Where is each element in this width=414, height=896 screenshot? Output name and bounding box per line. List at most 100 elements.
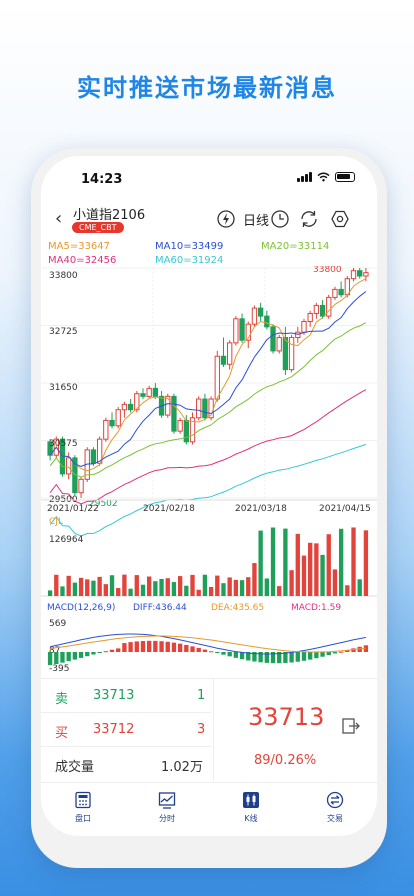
nav-bar: ‹ 小道指2106 CME_CBT 日线 [41, 200, 377, 240]
volume-bar [171, 582, 177, 596]
volume-bar [109, 575, 115, 596]
macd-bar [202, 649, 208, 652]
volume-bar [60, 586, 65, 596]
volume-bar [147, 576, 152, 596]
volume-bar [140, 584, 146, 596]
candle-body [307, 312, 313, 322]
volume-bar [246, 577, 251, 596]
exchange-badge: CME_CBT [72, 222, 124, 233]
volume-bar [153, 581, 158, 596]
ma5-label: MA5=33647 [48, 241, 111, 252]
macd-bar [221, 652, 226, 655]
volume-bar [208, 586, 214, 596]
settings-icon[interactable] [329, 208, 351, 230]
candlestick-icon [243, 792, 259, 808]
volume-bar [159, 578, 164, 596]
candle-body [319, 304, 326, 317]
tab-trade[interactable]: 交易 [293, 783, 377, 836]
candle-body [288, 337, 295, 371]
macd-bar [233, 652, 239, 658]
candle-body [357, 270, 363, 277]
macd-bar [177, 643, 183, 652]
candle-body [121, 403, 128, 411]
candle-body [295, 331, 301, 339]
macd-bar [116, 648, 121, 652]
price-axis-label: 33800 [49, 271, 78, 281]
candle-body [338, 288, 344, 296]
macd-bar [66, 652, 71, 662]
tab-kline[interactable]: K线 [209, 783, 293, 836]
refresh-icon[interactable] [298, 208, 320, 230]
candle-body [127, 403, 134, 411]
tab-orderbook[interactable]: 盘口 [41, 783, 125, 836]
price-axis-label: 31650 [49, 383, 78, 393]
volume-bar [103, 584, 108, 596]
volume-bar [295, 533, 300, 596]
macd-bar [140, 640, 146, 652]
volume-bar [128, 588, 133, 596]
macd-bar [239, 652, 245, 660]
macd-bar [91, 652, 96, 655]
status-icons [297, 172, 355, 182]
volume-row: 成交量 1.02万 [41, 747, 211, 781]
switch-icon[interactable] [340, 715, 362, 737]
date-axis-label: 2021/03/18 [235, 504, 287, 514]
candle-body [276, 337, 282, 352]
tab-timeshare[interactable]: 分时 [125, 783, 209, 836]
period-selector[interactable]: 日线 [243, 210, 269, 229]
macd-bar [184, 644, 189, 652]
volume-bar [202, 574, 208, 596]
macd-params-label: MACD(12,26,9) [47, 603, 115, 613]
kline-chart[interactable]: 338003272531650305752950033800295022021/… [41, 266, 377, 676]
macd-bar [338, 651, 344, 653]
wifi-icon [317, 172, 330, 182]
volume-bar [66, 575, 71, 596]
candle-body [326, 296, 332, 317]
clock-icon[interactable] [269, 208, 291, 230]
volume-bar [258, 530, 263, 596]
volume-panel-label: CJL [49, 517, 63, 527]
macd-bar [295, 652, 300, 662]
macd-bar [134, 641, 139, 652]
candle-body [239, 318, 245, 341]
volume-bar [97, 576, 102, 596]
volume-bar [165, 578, 170, 596]
buy-row: 买 33712 3 [41, 713, 211, 747]
tab-timeshare-label: 分时 [159, 814, 175, 823]
volume-bar [54, 574, 59, 596]
macd-bar [320, 652, 325, 657]
promo-headline: 实时推送市场最新消息 [77, 74, 337, 102]
buy-label: 买 [55, 726, 69, 741]
macd-bar [227, 652, 232, 657]
volume-label: 成交量 [55, 760, 95, 775]
tab-orderbook-label: 盘口 [75, 814, 91, 823]
tab-bar: 盘口 分时 K线 交易 [41, 782, 377, 836]
volume-bar [215, 575, 220, 596]
volume-value: 1.02万 [161, 760, 203, 775]
flash-icon[interactable] [215, 208, 237, 230]
volume-bar [233, 579, 239, 596]
volume-max-label: 126964 [49, 535, 84, 545]
candle-body [177, 419, 183, 432]
volume-bar [85, 579, 90, 596]
app-screen: 14:23 ‹ 小道指2106 CME_CBT 日线 MA5=33647 MA1… [41, 156, 377, 836]
volume-bar [270, 527, 276, 596]
candle-body [146, 387, 152, 397]
candle-body [103, 419, 109, 440]
volume-bar [320, 554, 325, 596]
candle-body [66, 457, 72, 475]
volume-bar [289, 570, 294, 596]
diff-line [49, 633, 366, 655]
candle-body [257, 307, 264, 317]
back-arrow-icon[interactable]: ‹ [55, 208, 62, 229]
sell-row: 卖 33713 1 [41, 679, 211, 713]
volume-bar [184, 585, 189, 596]
macd-bottom-label: -395 [49, 664, 69, 674]
volume-bar [177, 576, 183, 596]
sell-qty: 1 [197, 688, 206, 703]
volume-bar [301, 555, 307, 596]
candle-body [301, 320, 307, 333]
volume-bar [326, 534, 331, 596]
volume-bar [116, 588, 121, 596]
macd-bar [60, 652, 65, 663]
